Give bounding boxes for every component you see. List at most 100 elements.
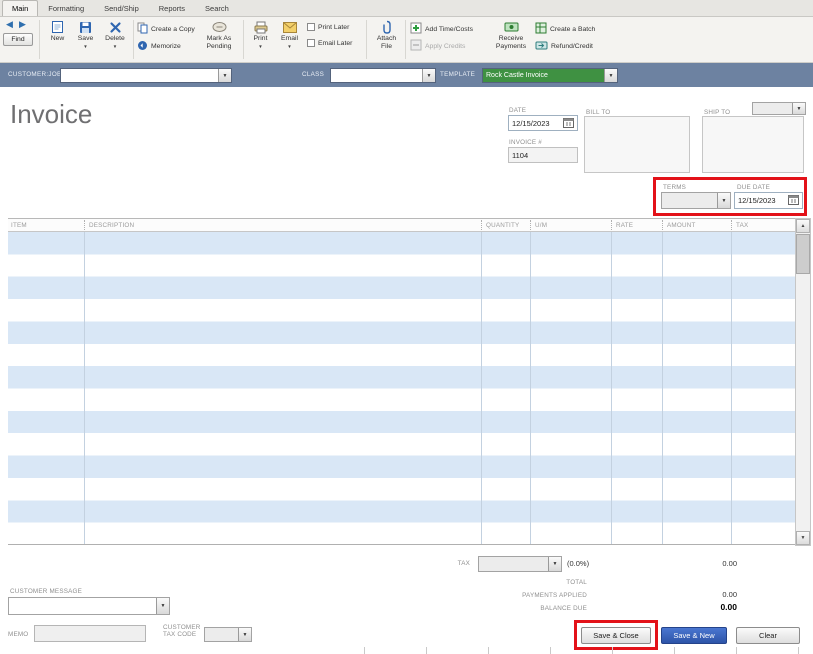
invoice-number-field[interactable]: 1104 [508,147,578,163]
column-separator [84,220,85,230]
tab-search[interactable]: Search [195,0,239,16]
calendar-icon[interactable] [563,117,574,130]
print-later-checkbox[interactable] [307,23,315,31]
tax-amount: 0.00 [722,559,737,568]
tab-main[interactable]: Main [2,0,39,16]
delete-dropdown-arrow-icon[interactable]: ▼ [113,44,117,49]
attach-file-button[interactable]: Attach File [371,20,402,50]
create-batch-button[interactable]: Create a Batch [535,22,596,35]
find-button[interactable]: Find [3,33,33,46]
save-new-button[interactable]: Save & New [661,627,727,644]
refund-credit-icon [535,40,548,53]
forward-arrow-icon[interactable]: ▶ [19,19,26,30]
email-later-checkbox-row[interactable]: Email Later [307,38,352,48]
column-header-rate[interactable]: RATE [616,222,633,229]
tab-send-ship[interactable]: Send/Ship [94,0,149,16]
dropdown-arrow-icon[interactable]: ▼ [422,69,435,82]
terms-label: TERMS [663,184,687,191]
apply-credits-icon [410,39,422,53]
receive-payments-button[interactable]: Receive Payments [487,20,535,50]
scroll-up-button[interactable]: ▲ [796,219,810,233]
save-dropdown-arrow-icon[interactable]: ▼ [83,44,87,49]
refund-credit-label: Refund/Credit [551,42,593,50]
create-copy-button[interactable]: Create a Copy [137,22,195,36]
bill-to-label: BILL TO [586,109,611,116]
line-items-grid[interactable] [8,232,795,545]
create-batch-label: Create a Batch [550,25,596,33]
memorize-button[interactable]: Memorize [137,40,181,52]
print-button[interactable]: Print ▼ [247,20,274,49]
scroll-down-button[interactable]: ▼ [796,531,810,545]
back-arrow-icon[interactable]: ◀ [6,19,13,30]
customer-job-value [61,69,218,82]
memo-input[interactable] [34,625,146,642]
column-header-item[interactable]: ITEM [11,222,27,229]
table-scrollbar[interactable]: ▲ ▼ [795,218,811,546]
apply-credits-button[interactable]: Apply Credits [410,39,465,53]
template-value: Rock Castle Invoice [483,69,604,82]
email-button[interactable]: Email ▼ [276,20,303,49]
delete-button[interactable]: Delete ▼ [100,20,130,49]
copy-pages-icon [137,22,148,36]
email-later-checkbox[interactable] [307,39,315,47]
total-label: TOTAL [566,579,587,586]
scrollbar-thumb[interactable] [796,234,810,274]
customer-message-select[interactable]: ▼ [8,597,170,615]
save-button[interactable]: Save ▼ [72,20,99,49]
column-header-quantity[interactable]: QUANTITY [486,222,519,229]
invoice-number-value: 1104 [512,150,529,160]
dropdown-arrow-icon[interactable]: ▼ [548,557,561,571]
ship-to-select[interactable]: ▼ [752,102,806,115]
dropdown-arrow-icon[interactable]: ▼ [604,69,617,82]
print-later-checkbox-row[interactable]: Print Later [307,22,349,32]
column-separator [611,220,612,230]
payments-applied-label: PAYMENTS APPLIED [522,592,587,599]
due-date-field[interactable]: 12/15/2023 [734,192,803,209]
column-header-description[interactable]: DESCRIPTION [89,222,134,229]
save-close-button[interactable]: Save & Close [581,627,651,644]
add-time-costs-button[interactable]: Add Time/Costs [410,22,473,35]
memorize-icon [137,40,148,53]
tax-select[interactable]: ▼ [478,556,562,572]
customer-job-select[interactable]: ▼ [60,68,232,83]
delete-button-label: Delete [105,35,125,42]
customer-tax-code-label: CUSTOMER TAX CODE [163,624,201,638]
print-dropdown-arrow-icon[interactable]: ▼ [258,44,262,49]
dropdown-arrow-icon[interactable]: ▼ [156,598,169,614]
refund-credit-button[interactable]: Refund/Credit [535,40,593,52]
email-dropdown-arrow-icon[interactable]: ▼ [287,44,291,49]
tab-reports[interactable]: Reports [149,0,195,16]
mark-as-pending-button[interactable]: Mark As Pending [196,20,242,50]
column-header-amount[interactable]: AMOUNT [667,222,696,229]
toolbar-separator [366,20,367,59]
clear-button[interactable]: Clear [736,627,800,644]
calendar-icon[interactable] [788,194,799,207]
dropdown-arrow-icon[interactable]: ▼ [792,103,805,114]
date-field[interactable]: 12/15/2023 [508,115,578,131]
receive-payments-icon [504,20,519,34]
template-select[interactable]: Rock Castle Invoice ▼ [482,68,618,83]
payments-applied-value: 0.00 [722,590,737,599]
column-header-tax[interactable]: TAX [736,222,748,229]
terms-select[interactable]: ▼ [661,192,731,209]
class-select[interactable]: ▼ [330,68,436,83]
customer-tax-code-select[interactable]: ▼ [204,627,252,642]
create-invoice-window: Main Formatting Send/Ship Reports Search… [0,0,813,654]
ship-to-box[interactable] [702,116,804,173]
pending-stamp-icon [212,20,227,34]
column-header-um[interactable]: U/M [535,222,547,229]
date-value: 12/15/2023 [512,118,550,128]
dropdown-arrow-icon[interactable]: ▼ [218,69,231,82]
bill-to-box[interactable] [584,116,690,173]
dropdown-arrow-icon[interactable]: ▼ [238,628,251,641]
dropdown-arrow-icon[interactable]: ▼ [717,193,730,208]
print-later-label: Print Later [318,23,350,31]
print-button-label: Print [253,35,268,42]
new-button[interactable]: New [44,20,71,43]
attach-file-label: Attach File [376,35,397,50]
class-value [331,69,422,82]
balance-due-value: 0.00 [720,602,737,612]
create-copy-label: Create a Copy [151,25,195,33]
ship-to-label: SHIP TO [704,109,731,116]
tab-formatting[interactable]: Formatting [38,0,94,16]
